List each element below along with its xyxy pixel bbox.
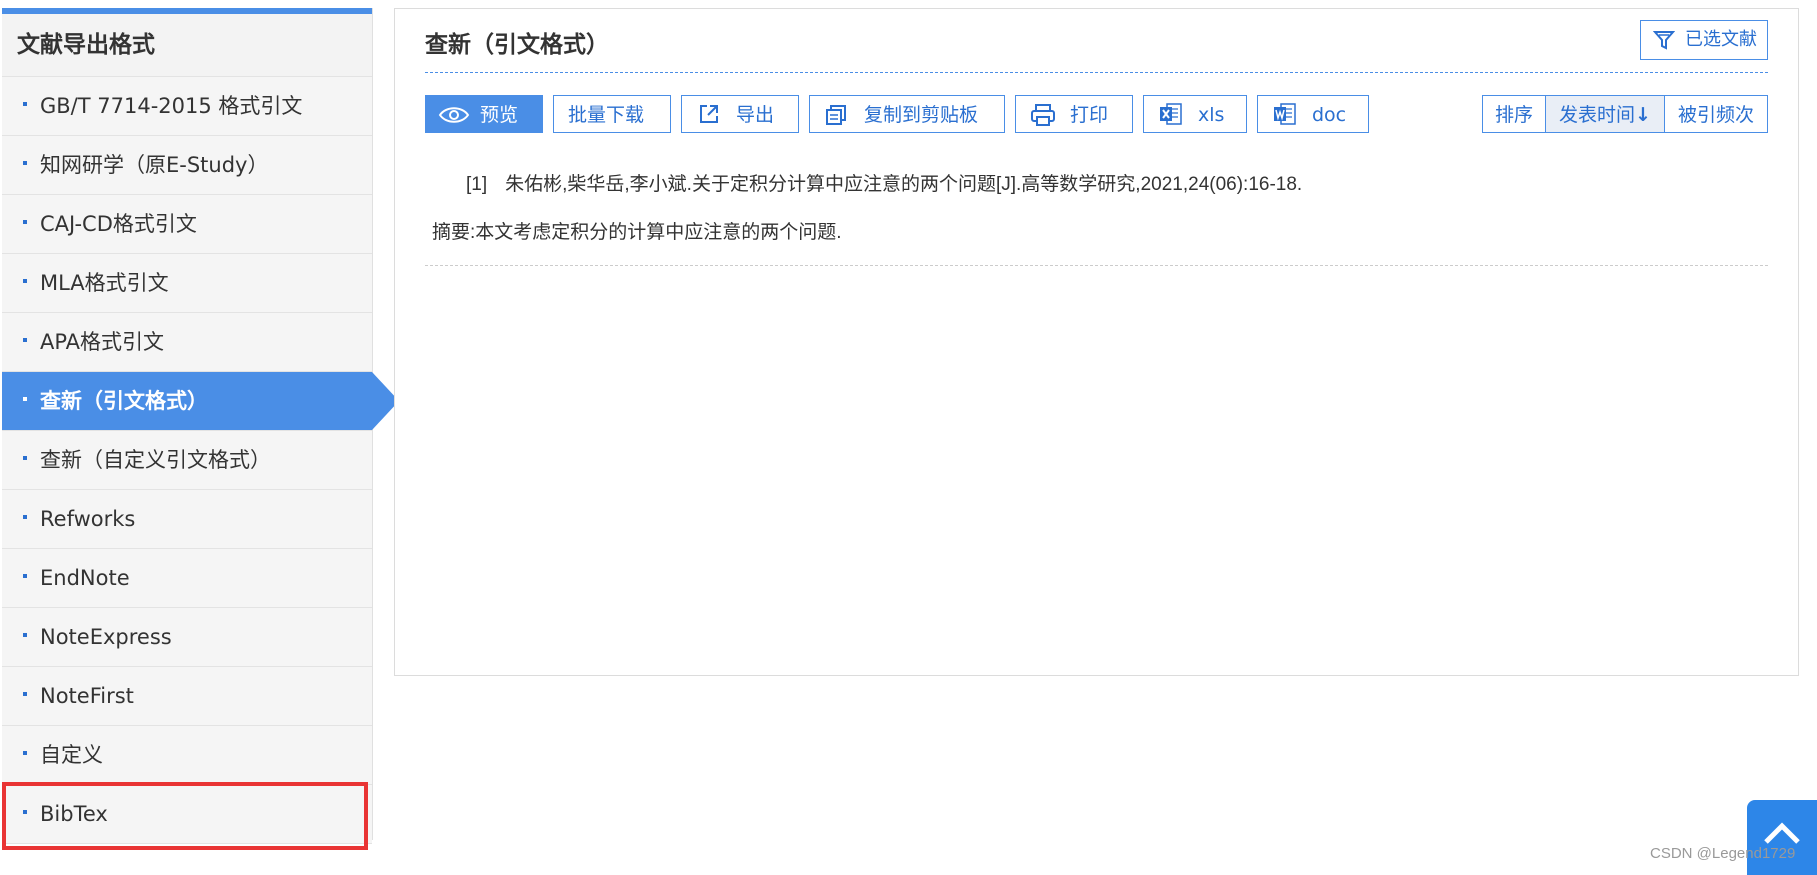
excel-icon bbox=[1160, 103, 1182, 125]
sort-publish-time-label: 发表时间 bbox=[1559, 104, 1636, 126]
print-label: 打印 bbox=[1070, 104, 1109, 126]
bullet-icon bbox=[23, 515, 27, 519]
sidebar-item-label: EndNote bbox=[40, 566, 130, 590]
citation-entry: [1] 朱佑彬,柴华岳,李小斌.关于定积分计算中应注意的两个问题[J].高等数学研… bbox=[466, 169, 1302, 196]
sidebar-item-bibtex[interactable]: BibTex bbox=[2, 785, 372, 844]
sidebar-item-label: 查新（引文格式） bbox=[40, 389, 208, 413]
sidebar-item-label: Refworks bbox=[40, 507, 136, 531]
watermark: CSDN @Legend1729 bbox=[1650, 845, 1796, 862]
doc-export-button[interactable]: doc bbox=[1257, 95, 1369, 133]
sidebar-item-refworks[interactable]: Refworks bbox=[2, 490, 372, 549]
arrow-down-icon: ↓ bbox=[1635, 104, 1651, 126]
sidebar-item-noteexpress[interactable]: NoteExpress bbox=[2, 608, 372, 667]
sort-group: 排序 发表时间↓ 被引频次 bbox=[1482, 95, 1768, 133]
bullet-icon bbox=[23, 338, 27, 342]
sidebar-item-estudy[interactable]: 知网研学（原E-Study） bbox=[2, 136, 372, 195]
back-to-top-button[interactable] bbox=[1747, 800, 1817, 875]
doc-label: doc bbox=[1312, 104, 1347, 126]
batch-download-label: 批量下载 bbox=[568, 104, 645, 126]
sidebar-item-label: MLA格式引文 bbox=[40, 271, 169, 295]
sidebar-item-chaxin-custom[interactable]: 查新（自定义引文格式） bbox=[2, 431, 372, 490]
filter-icon bbox=[1653, 31, 1675, 50]
word-icon bbox=[1274, 103, 1296, 125]
sidebar-title: 文献导出格式 bbox=[2, 14, 372, 77]
page-title: 查新（引文格式） bbox=[425, 32, 609, 58]
xls-label: xls bbox=[1198, 104, 1225, 126]
toolbar: 预览 批量下载 导出 复制到剪贴板 打印 xls doc 排序 发表时间↓ 被引… bbox=[425, 95, 1768, 137]
export-label: 导出 bbox=[736, 104, 775, 126]
sidebar-item-chaxin-citation[interactable]: 查新（引文格式） bbox=[2, 372, 399, 431]
export-button[interactable]: 导出 bbox=[681, 95, 799, 133]
sidebar-item-label: NoteFirst bbox=[40, 684, 134, 708]
sort-label: 排序 bbox=[1494, 104, 1533, 126]
sidebar-item-label: CAJ-CD格式引文 bbox=[40, 212, 197, 236]
sidebar-item-mla[interactable]: MLA格式引文 bbox=[2, 254, 372, 313]
sort-by-publish-time-button[interactable]: 发表时间↓ bbox=[1545, 95, 1665, 133]
sidebar-item-label: NoteExpress bbox=[40, 625, 172, 649]
bullet-icon bbox=[23, 456, 27, 460]
selected-documents-label: 已选文献 bbox=[1685, 29, 1757, 50]
sidebar-item-label: 知网研学（原E-Study） bbox=[40, 153, 269, 177]
sidebar-item-caj-cd[interactable]: CAJ-CD格式引文 bbox=[2, 195, 372, 254]
sort-by-cited-button[interactable]: 被引频次 bbox=[1664, 95, 1768, 133]
bullet-icon bbox=[23, 692, 27, 696]
citation-text: 朱佑彬,柴华岳,李小斌.关于定积分计算中应注意的两个问题[J].高等数学研究,2… bbox=[505, 174, 1303, 195]
bullet-icon bbox=[23, 633, 27, 637]
copy-label: 复制到剪贴板 bbox=[864, 104, 979, 126]
preview-label: 预览 bbox=[480, 104, 519, 126]
sidebar-item-label: BibTex bbox=[40, 802, 108, 826]
bullet-icon bbox=[23, 220, 27, 224]
divider bbox=[425, 265, 1768, 266]
bullet-icon bbox=[23, 810, 27, 814]
bullet-icon bbox=[23, 279, 27, 283]
eye-icon bbox=[438, 107, 470, 123]
bullet-icon bbox=[23, 102, 27, 106]
sort-cited-label: 被引频次 bbox=[1677, 104, 1754, 126]
chevron-up-icon bbox=[1764, 822, 1800, 844]
copy-to-clipboard-button[interactable]: 复制到剪贴板 bbox=[809, 95, 1005, 133]
main-header: 查新（引文格式） 已选文献 bbox=[425, 9, 1768, 73]
batch-download-button[interactable]: 批量下载 bbox=[553, 95, 671, 133]
sidebar: 文献导出格式 GB/T 7714-2015 格式引文 知网研学（原E-Study… bbox=[2, 8, 399, 844]
sidebar-item-label: 自定义 bbox=[40, 743, 103, 767]
selected-documents-button[interactable]: 已选文献 bbox=[1640, 20, 1768, 60]
copy-icon bbox=[826, 105, 846, 125]
sort-label-button[interactable]: 排序 bbox=[1482, 95, 1546, 133]
abstract-text: 摘要:本文考虑定积分的计算中应注意的两个问题. bbox=[432, 222, 842, 243]
bullet-icon bbox=[23, 161, 27, 165]
sidebar-item-label: GB/T 7714-2015 格式引文 bbox=[40, 94, 303, 118]
sidebar-item-custom[interactable]: 自定义 bbox=[2, 726, 372, 785]
bullet-icon bbox=[23, 397, 27, 401]
sidebar-item-apa[interactable]: APA格式引文 bbox=[2, 313, 372, 372]
bullet-icon bbox=[23, 751, 27, 755]
bullet-icon bbox=[23, 574, 27, 578]
preview-button[interactable]: 预览 bbox=[425, 95, 543, 133]
sidebar-item-gbt7714[interactable]: GB/T 7714-2015 格式引文 bbox=[2, 77, 372, 136]
citation-index: [1] bbox=[466, 174, 488, 195]
sidebar-item-endnote[interactable]: EndNote bbox=[2, 549, 372, 608]
xls-export-button[interactable]: xls bbox=[1143, 95, 1247, 133]
sidebar-item-label: 查新（自定义引文格式） bbox=[40, 448, 271, 472]
print-button[interactable]: 打印 bbox=[1015, 95, 1133, 133]
sidebar-item-notefirst[interactable]: NoteFirst bbox=[2, 667, 372, 726]
external-link-icon bbox=[700, 105, 718, 123]
sidebar-item-label: APA格式引文 bbox=[40, 330, 165, 354]
printer-icon bbox=[1031, 104, 1055, 126]
main-panel: 查新（引文格式） 已选文献 预览 批量下载 导出 复制到剪贴板 打印 xls d… bbox=[394, 8, 1799, 676]
